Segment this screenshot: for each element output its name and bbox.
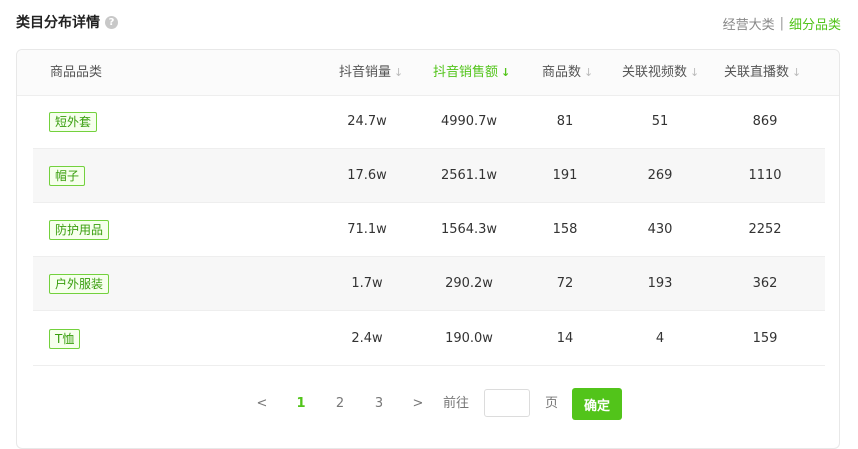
col-product-count[interactable]: 商品数 ↓ <box>542 50 593 95</box>
cell-live-count: 1110 <box>748 168 782 183</box>
category-tag[interactable]: 帽子 <box>49 166 86 186</box>
cell-sales-amount: 190.0w <box>445 331 493 346</box>
table-header: 商品品类 抖音销量 ↓ 抖音销售额 ↓ 商品数 ↓ 关联视频数 ↓ 关联直播数 ↓ <box>17 50 839 96</box>
table-row: 户外服装 1.7w 290.2w 72 193 362 <box>33 257 825 311</box>
page-1-button[interactable]: 1 <box>291 388 311 420</box>
col-live-count-label: 关联直播数 <box>724 65 790 80</box>
next-page-button[interactable]: > <box>408 388 428 420</box>
page-suffix-label: 页 <box>545 396 559 411</box>
sort-down-icon[interactable]: ↓ <box>501 66 510 79</box>
sort-down-icon[interactable]: ↓ <box>690 66 699 79</box>
table-row: T恤 2.4w 190.0w 14 4 159 <box>33 312 825 366</box>
section-title: 类目分布详情 ? <box>16 12 118 32</box>
cell-sales-amount: 4990.7w <box>440 114 498 129</box>
category-tag[interactable]: 防护用品 <box>49 220 110 240</box>
cell-sales-amount: 2561.1w <box>440 168 498 183</box>
col-category: 商品品类 <box>50 65 103 80</box>
cell-video-count: 193 <box>647 276 673 291</box>
cell-live-count: 2252 <box>748 222 782 237</box>
question-circle-icon[interactable]: ? <box>105 15 118 29</box>
cell-sales-amount: 290.2w <box>445 276 493 291</box>
col-sales-volume[interactable]: 抖音销量 ↓ <box>339 50 403 95</box>
page-2-button[interactable]: 2 <box>330 388 350 420</box>
table-row: 帽子 17.6w 2561.1w 191 269 1110 <box>33 149 825 203</box>
cell-live-count: 869 <box>752 114 778 129</box>
category-tag[interactable]: 短外套 <box>49 112 98 132</box>
col-live-count[interactable]: 关联直播数 ↓ <box>724 50 801 95</box>
cell-sales-volume: 17.6w <box>347 168 387 183</box>
pagination: < 1 2 3 > 前往 页 确定 <box>17 388 839 420</box>
cell-video-count: 51 <box>651 114 669 129</box>
cell-product-count: 158 <box>552 222 578 237</box>
table-row: 短外套 24.7w 4990.7w 81 51 869 <box>33 95 825 149</box>
col-video-count-label: 关联视频数 <box>622 65 688 80</box>
goto-label: 前往 <box>443 396 470 411</box>
page-3-button[interactable]: 3 <box>369 388 389 420</box>
cell-video-count: 4 <box>655 331 665 346</box>
category-tag[interactable]: 户外服装 <box>49 274 110 294</box>
category-table-card: 商品品类 抖音销量 ↓ 抖音销售额 ↓ 商品数 ↓ 关联视频数 ↓ 关联直播数 ↓ 短外套… <box>16 49 840 449</box>
cell-product-count: 191 <box>552 168 578 183</box>
col-video-count[interactable]: 关联视频数 ↓ <box>622 50 699 95</box>
cell-live-count: 362 <box>752 276 778 291</box>
cell-product-count: 72 <box>556 276 574 291</box>
switch-business-category[interactable]: 经营大类 <box>723 14 775 33</box>
cell-sales-volume: 71.1w <box>347 222 387 237</box>
category-level-switch: 经营大类 | 细分品类 <box>723 14 841 33</box>
sort-down-icon[interactable]: ↓ <box>394 66 403 79</box>
cell-sales-volume: 2.4w <box>351 331 383 346</box>
cell-product-count: 81 <box>556 114 574 129</box>
switch-sub-category[interactable]: 细分品类 <box>789 14 841 33</box>
cell-sales-volume: 24.7w <box>347 114 387 129</box>
col-sales-amount-label: 抖音销售额 <box>433 65 499 80</box>
prev-page-button[interactable]: < <box>252 388 272 420</box>
page-title: 类目分布详情 <box>16 15 100 31</box>
table-row: 防护用品 71.1w 1564.3w 158 430 2252 <box>33 203 825 257</box>
cell-video-count: 269 <box>647 168 673 183</box>
confirm-button[interactable]: 确定 <box>572 388 622 420</box>
cell-video-count: 430 <box>647 222 673 237</box>
switch-separator: | <box>779 16 784 31</box>
cell-product-count: 14 <box>556 331 574 346</box>
goto-page-input[interactable] <box>484 389 530 417</box>
col-product-count-label: 商品数 <box>542 65 582 80</box>
cell-sales-amount: 1564.3w <box>440 222 498 237</box>
cell-sales-volume: 1.7w <box>351 276 383 291</box>
cell-live-count: 159 <box>752 331 778 346</box>
sort-down-icon[interactable]: ↓ <box>584 66 593 79</box>
col-sales-volume-label: 抖音销量 <box>339 65 392 80</box>
sort-down-icon[interactable]: ↓ <box>792 66 801 79</box>
category-tag[interactable]: T恤 <box>49 329 81 349</box>
col-sales-amount[interactable]: 抖音销售额 ↓ <box>433 50 510 95</box>
